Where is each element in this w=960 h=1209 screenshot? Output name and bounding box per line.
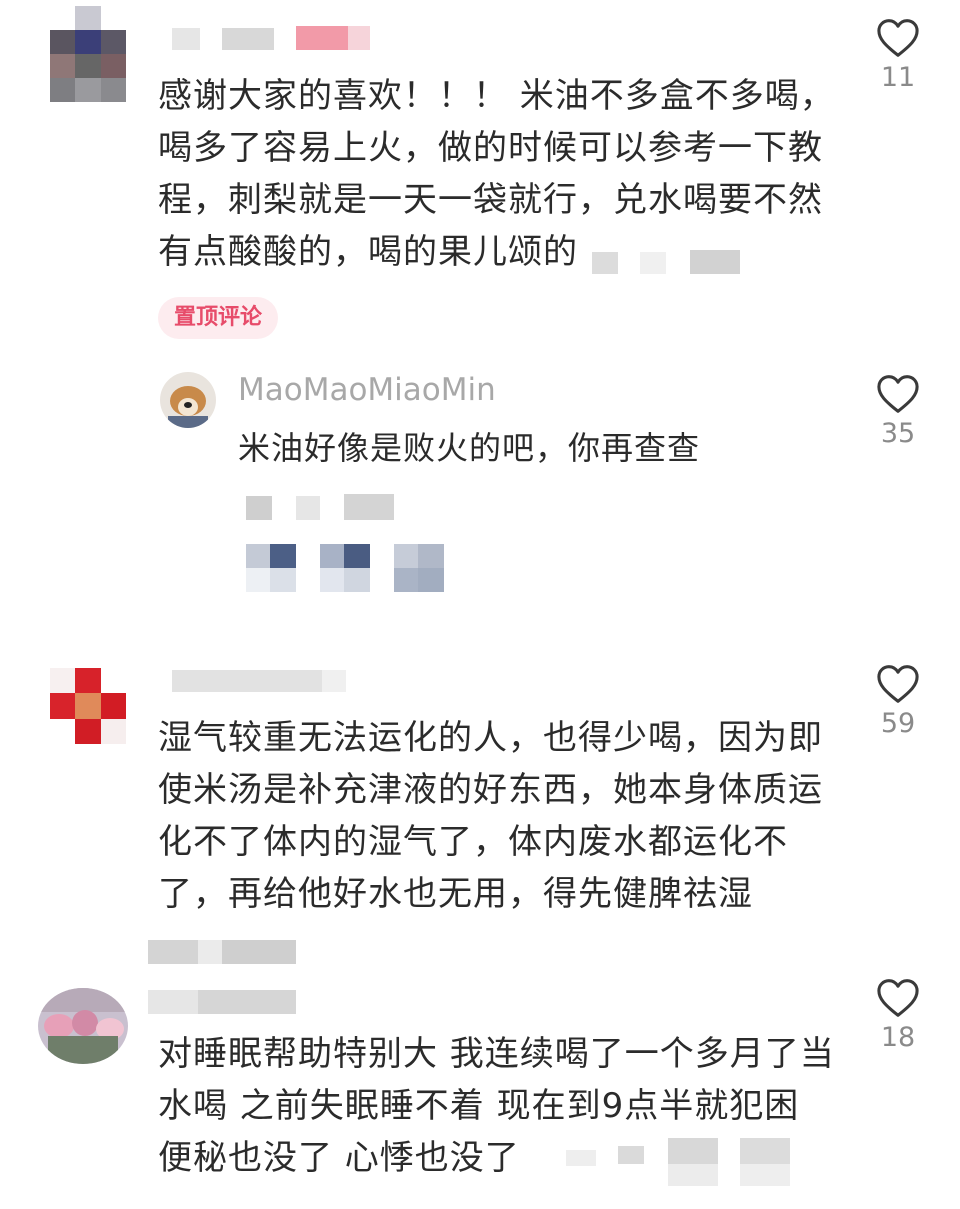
pinned-badge: 置顶评论 (158, 297, 279, 339)
like-button[interactable]: 11 (858, 18, 938, 93)
reply-text: 米油好像是败火的吧，你再查查 (238, 429, 701, 467)
avatar[interactable] (38, 988, 128, 1064)
reply-avatar[interactable] (160, 372, 216, 428)
comment-text: 感谢大家的喜欢！！！ 米油不多盒不多喝，喝多了容易上火，做的时候可以参考一下教程… (158, 76, 835, 272)
reply-like-button[interactable]: 35 (858, 374, 938, 449)
avatar[interactable] (50, 6, 126, 102)
avatar[interactable] (50, 668, 126, 744)
heart-outline-icon (877, 19, 919, 57)
like-button[interactable]: 18 (858, 978, 938, 1053)
reply-username[interactable]: MaoMaoMiaoMin (238, 372, 496, 408)
like-count: 59 (880, 708, 916, 739)
heart-outline-icon (877, 375, 919, 413)
heart-outline-icon (877, 665, 919, 703)
like-count: 11 (880, 62, 916, 93)
comment-text: 对睡眠帮助特别大 我连续喝了一个多月了当水喝 之前失眠睡不着 现在到9点半就犯困… (158, 1034, 835, 1178)
like-count: 35 (880, 418, 916, 449)
like-count: 18 (880, 1022, 916, 1053)
heart-outline-icon (877, 979, 919, 1017)
comment-text: 湿气较重无法运化的人，也得少喝，因为即使米汤是补充津液的好东西，她本身体质运化不… (158, 718, 823, 914)
like-button[interactable]: 59 (858, 664, 938, 739)
